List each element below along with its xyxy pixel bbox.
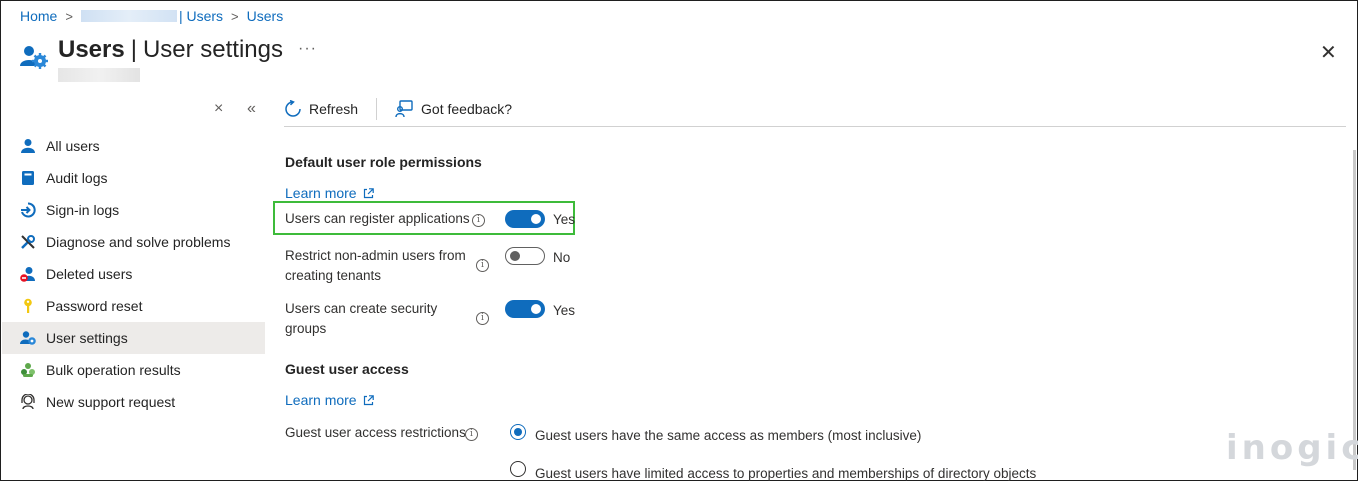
sidebar-item-user-settings[interactable]: User settings [2, 322, 265, 354]
setting-register-apps-label: Users can register applications [285, 211, 470, 226]
sidebar-item-label: Password reset [46, 298, 143, 314]
restrict-tenants-value: No [553, 250, 571, 265]
sidebar-item-deleted-users[interactable]: Deleted users [2, 258, 265, 290]
user-icon [20, 138, 36, 154]
toolbar-divider-line [284, 126, 1346, 127]
guest-restrictions-label: Guest user access restrictions [285, 425, 466, 440]
sidebar-item-password-reset[interactable]: Password reset [2, 290, 265, 322]
label-line: Restrict non-admin users from [285, 248, 466, 263]
guest-option-same-access-radio[interactable] [510, 424, 526, 440]
page-title-main: Users [58, 36, 125, 63]
support-icon [20, 394, 36, 410]
people-icon [20, 362, 36, 378]
toggle-knob [510, 251, 520, 261]
breadcrumb-tenant-users[interactable]: | Users [179, 8, 223, 24]
feedback-button[interactable]: Got feedback? [395, 100, 512, 118]
breadcrumb-separator: > [231, 8, 239, 24]
user-settings-icon [20, 44, 48, 75]
close-icon[interactable]: ✕ [1320, 40, 1337, 65]
sidebar-item-new-support-request[interactable]: New support request [2, 386, 265, 418]
sidebar-item-all-users[interactable]: All users [2, 130, 265, 162]
learn-more-label: Learn more [285, 392, 357, 408]
sidebar-item-label: Sign-in logs [46, 202, 120, 218]
security-groups-value: Yes [553, 303, 576, 318]
sidebar-item-label: User settings [46, 330, 128, 346]
sidebar-nav: All users Audit logs Sign-in logs Diagno… [2, 130, 265, 418]
nav-close-icon[interactable]: × [214, 100, 223, 118]
label-line: creating tenants [285, 268, 382, 283]
guest-option-limited-access-radio[interactable] [510, 461, 526, 477]
toolbar-divider [376, 98, 378, 120]
learn-more-link[interactable]: Learn more [285, 392, 374, 408]
toggle-knob [531, 304, 541, 314]
watermark-logo: inogic [1226, 428, 1358, 468]
breadcrumb: Home > | Users > Users [20, 8, 283, 24]
breadcrumb-users[interactable]: Users [247, 8, 284, 24]
page-title-sub: User settings [142, 36, 284, 63]
register-apps-toggle[interactable] [505, 210, 545, 228]
external-link-icon [363, 394, 374, 406]
feedback-label: Got feedback? [421, 101, 513, 117]
register-apps-value: Yes [553, 212, 576, 227]
learn-more-link[interactable]: Learn more [285, 185, 374, 201]
sidebar-item-label: Deleted users [46, 266, 133, 282]
page-title-pipe: | [130, 36, 137, 63]
guest-option-limited-access-label: Guest users have limited access to prope… [535, 466, 1037, 481]
sidebar-item-label: Audit logs [46, 170, 108, 186]
guest-option-same-access-label: Guest users have the same access as memb… [535, 428, 922, 443]
wrench-icon [20, 234, 36, 250]
more-options-icon[interactable]: ··· [298, 40, 317, 58]
redacted-tenant-name [80, 10, 177, 22]
deleted-user-icon [20, 266, 36, 282]
setting-restrict-tenants-label: Restrict non-admin users from creating t… [285, 246, 466, 286]
redacted-subtitle [58, 68, 140, 82]
sidebar-item-label: Bulk operation results [46, 362, 181, 378]
security-groups-toggle[interactable] [505, 300, 545, 318]
page-title: Users | User settings [58, 36, 283, 64]
sidebar-item-diagnose[interactable]: Diagnose and solve problems [2, 226, 265, 258]
restrict-tenants-toggle[interactable] [505, 247, 545, 265]
refresh-label: Refresh [309, 101, 359, 117]
sidebar-item-label: All users [46, 138, 100, 154]
refresh-icon [284, 100, 302, 118]
sidebar-item-sign-in-logs[interactable]: Sign-in logs [2, 194, 265, 226]
sidebar-item-label: New support request [46, 394, 176, 410]
info-icon[interactable]: i [472, 214, 485, 227]
sidebar-item-label: Diagnose and solve problems [46, 234, 231, 250]
info-icon[interactable]: i [465, 428, 478, 441]
label-line: Users can create security [285, 301, 438, 316]
section-heading-default-permissions: Default user role permissions [285, 154, 482, 170]
vertical-scrollbar[interactable] [1353, 150, 1356, 470]
collapse-nav-icon[interactable]: « [247, 100, 256, 118]
refresh-button[interactable]: Refresh [284, 100, 358, 118]
feedback-icon [395, 100, 413, 118]
sidebar-item-bulk-operation-results[interactable]: Bulk operation results [2, 354, 265, 386]
book-icon [20, 170, 36, 186]
key-icon [20, 298, 36, 314]
signin-icon [20, 202, 36, 218]
section-heading-guest-access: Guest user access [285, 361, 409, 377]
toggle-knob [531, 214, 541, 224]
info-icon[interactable]: i [476, 259, 489, 272]
learn-more-label: Learn more [285, 185, 357, 201]
breadcrumb-home[interactable]: Home [20, 8, 57, 24]
setting-security-groups-label: Users can create security groups [285, 299, 437, 339]
sidebar-item-audit-logs[interactable]: Audit logs [2, 162, 265, 194]
info-icon[interactable]: i [476, 312, 489, 325]
user-gear-icon [20, 330, 36, 346]
label-line: groups [285, 321, 327, 336]
command-bar: Refresh Got feedback? [284, 97, 512, 121]
external-link-icon [363, 187, 374, 199]
breadcrumb-separator: > [65, 8, 73, 24]
